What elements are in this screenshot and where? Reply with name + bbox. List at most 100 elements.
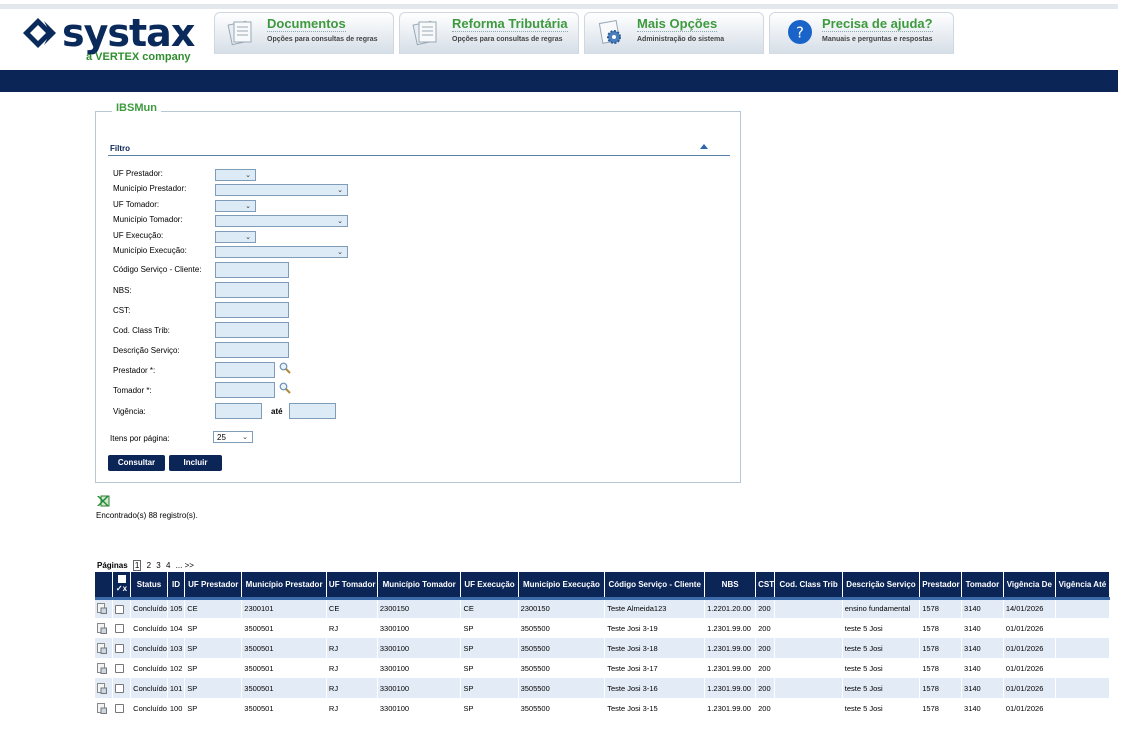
consultar-button[interactable]: Consultar — [108, 455, 165, 471]
table-cell: 1.2301.99.00 — [704, 618, 757, 638]
filter-panel — [95, 111, 741, 483]
table-cell: 2300150 — [518, 598, 606, 618]
nav-tab-mais-opcoes[interactable]: Mais Opções Administração do sistema — [584, 12, 764, 54]
header-vigencia-ate[interactable]: Vigência Até — [1055, 572, 1111, 600]
chevron-down-icon: ⌄ — [337, 186, 343, 194]
municipio-tomador-select[interactable]: ⌄ — [215, 215, 348, 227]
row-checkbox[interactable] — [112, 638, 132, 658]
collapse-up-icon[interactable] — [700, 144, 708, 149]
table-row[interactable]: Concluído 100 SP 3500501 RJ 3300100 SP 3505500 T… — [95, 698, 1111, 718]
page-link-1[interactable]: 1 — [132, 560, 142, 571]
header-vigencia-de[interactable]: Vigência De — [1003, 572, 1056, 600]
municipio-prestador-select[interactable]: ⌄ — [215, 184, 348, 196]
header-id[interactable]: ID — [167, 572, 186, 600]
itens-por-pagina-value: 25 — [217, 433, 226, 442]
table-cell: 3500501 — [241, 638, 327, 658]
table-row[interactable]: Concluído 101 SP 3500501 RJ 3300100 SP 3505500 T… — [95, 678, 1111, 698]
row-checkbox[interactable] — [112, 598, 132, 618]
table-cell: 3140 — [961, 698, 1004, 718]
search-icon[interactable] — [279, 362, 291, 374]
search-icon[interactable] — [279, 382, 291, 394]
table-cell: teste 5 Josi — [842, 698, 921, 718]
itens-por-pagina-select[interactable]: 25 ⌄ — [213, 431, 253, 443]
table-cell: Concluído — [130, 638, 168, 658]
table-row[interactable]: Concluído 102 SP 3500501 RJ 3300100 SP 3505500 T… — [95, 658, 1111, 678]
page-link-2[interactable]: 2 — [147, 561, 151, 570]
excel-export-icon[interactable] — [96, 494, 110, 508]
table-row[interactable]: Concluído 103 SP 3500501 RJ 3300100 SP 3505500 T… — [95, 638, 1111, 658]
header-uf-execucao[interactable]: UF Execução — [460, 572, 519, 600]
header-prestador[interactable]: Prestador — [919, 572, 963, 600]
edit-record-icon[interactable] — [95, 638, 113, 658]
codigo-servico-input[interactable] — [215, 262, 289, 278]
uf-tomador-select[interactable]: ⌄ — [215, 200, 256, 212]
header-municipio-execucao[interactable]: Município Execução — [518, 572, 606, 600]
municipio-execucao-select[interactable]: ⌄ — [215, 246, 348, 258]
nav-tab-documentos[interactable]: Documentos Opções para consultas de regr… — [214, 12, 394, 54]
header-codigo-servico[interactable]: Código Serviço - Cliente — [604, 572, 706, 600]
table-cell: Concluído — [130, 698, 168, 718]
descricao-servico-input[interactable] — [215, 342, 289, 358]
table-cell: RJ — [326, 658, 378, 678]
uf-prestador-select[interactable]: ⌄ — [215, 169, 256, 181]
municipio-execucao-label: Município Execução: — [113, 246, 187, 255]
table-cell: 100 — [167, 698, 186, 718]
header-uf-prestador[interactable]: UF Prestador — [184, 572, 243, 600]
uf-prestador-label: UF Prestador: — [113, 169, 163, 178]
chevron-down-icon: ⌄ — [245, 233, 251, 241]
table-cell — [1055, 678, 1111, 698]
header-uf-tomador[interactable]: UF Tomador — [326, 572, 378, 600]
header-cod-class-trib[interactable]: Cod. Class Trib — [774, 572, 843, 600]
header-tomador[interactable]: Tomador — [961, 572, 1004, 600]
edit-record-icon[interactable] — [95, 658, 113, 678]
cod-class-trib-input[interactable] — [215, 322, 289, 338]
header-municipio-prestador[interactable]: Município Prestador — [241, 572, 327, 600]
nav-title: Precisa de ajuda? — [822, 16, 933, 32]
pagination: Páginas 1 2 3 4 ... >> — [97, 560, 194, 571]
table-cell: RJ — [326, 618, 378, 638]
table-cell: SP — [184, 638, 243, 658]
next-pages-link[interactable]: ... >> — [176, 561, 194, 570]
edit-record-icon[interactable] — [95, 678, 113, 698]
prestador-input[interactable] — [215, 362, 275, 378]
edit-record-icon[interactable] — [95, 598, 113, 618]
nav-title: Mais Opções — [637, 16, 718, 32]
row-checkbox[interactable] — [112, 618, 132, 638]
vigencia-de-input[interactable] — [215, 403, 262, 419]
header-municipio-tomador[interactable]: Município Tomador — [377, 572, 462, 600]
table-cell: 3505500 — [518, 678, 606, 698]
uf-execucao-select[interactable]: ⌄ — [215, 231, 256, 243]
row-checkbox[interactable] — [112, 698, 132, 718]
cst-input[interactable] — [215, 302, 289, 318]
page-link-3[interactable]: 3 — [156, 561, 160, 570]
edit-record-icon[interactable] — [95, 698, 113, 718]
table-cell — [1055, 638, 1111, 658]
header-nbs[interactable]: NBS — [704, 572, 757, 600]
systax-logo[interactable]: systax a VERTEX company — [22, 13, 195, 63]
header-cst[interactable]: CST — [755, 572, 776, 600]
page-link-4[interactable]: 4 — [166, 561, 170, 570]
table-cell: 3300100 — [377, 638, 462, 658]
table-row[interactable]: Concluído 104 SP 3500501 RJ 3300100 SP 3505500 T… — [95, 618, 1111, 638]
table-cell: SP — [184, 618, 243, 638]
table-cell: 3300100 — [377, 658, 462, 678]
nav-title: Documentos — [267, 16, 346, 32]
table-row[interactable]: Concluído 105 CE 2300101 CE 2300150 CE 2300150 T… — [95, 598, 1111, 618]
nav-tab-reforma-tributaria[interactable]: Reforma Tributária Opções para consultas… — [399, 12, 579, 54]
nbs-input[interactable] — [215, 282, 289, 298]
table-cell: 1.2301.99.00 — [704, 638, 757, 658]
table-cell: SP — [184, 658, 243, 678]
header-descricao-servico[interactable]: Descrição Serviço — [842, 572, 921, 600]
incluir-button[interactable]: Incluir — [169, 455, 222, 471]
row-checkbox[interactable] — [112, 658, 132, 678]
nav-tab-ajuda[interactable]: ? Precisa de ajuda? Manuais e perguntas … — [769, 12, 954, 54]
edit-record-icon[interactable] — [95, 618, 113, 638]
table-cell: RJ — [326, 698, 378, 718]
tomador-input[interactable] — [215, 382, 275, 398]
select-all-checkbox[interactable]: ✓x — [112, 572, 132, 600]
table-cell: 200 — [755, 598, 776, 618]
table-cell: Teste Josi 3-17 — [604, 658, 706, 678]
row-checkbox[interactable] — [112, 678, 132, 698]
vigencia-ate-input[interactable] — [289, 403, 336, 419]
header-status[interactable]: Status — [130, 572, 168, 600]
